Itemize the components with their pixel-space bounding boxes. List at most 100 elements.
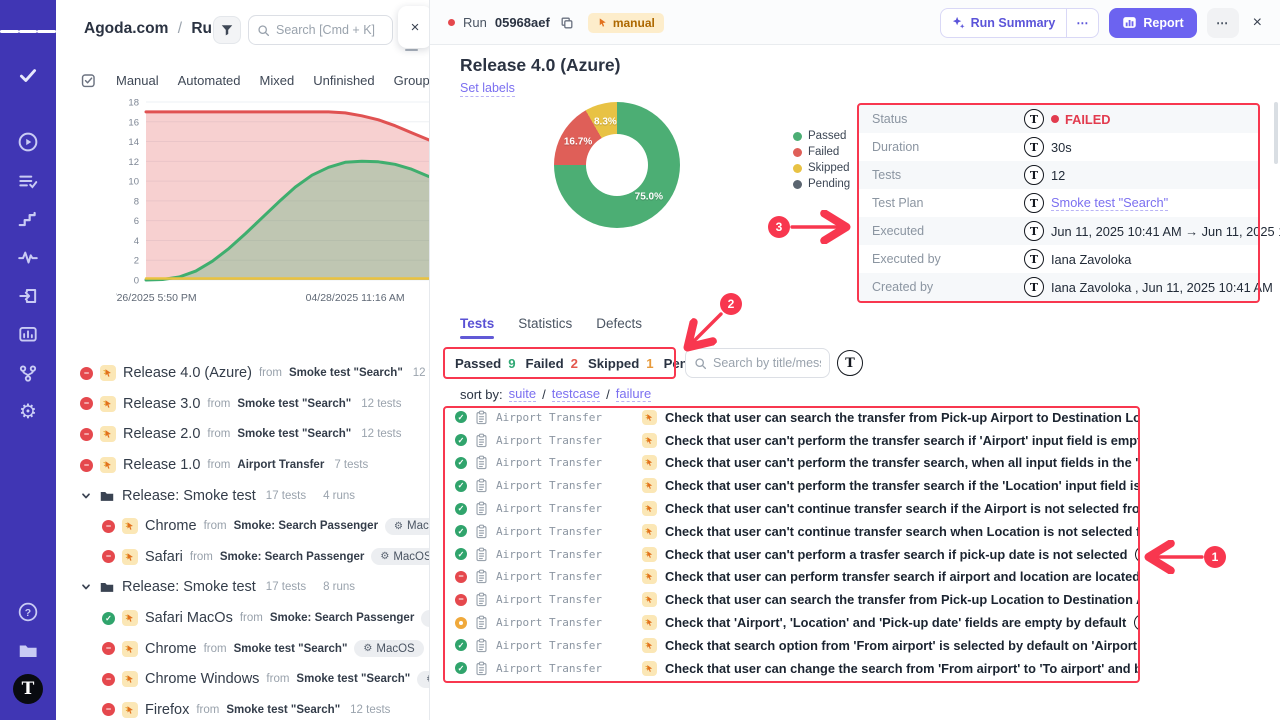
steps-icon[interactable] — [0, 204, 56, 234]
filter-button[interactable] — [213, 16, 241, 44]
runs-filter-tab[interactable]: Automated — [178, 73, 241, 88]
report-button[interactable]: Report — [1109, 8, 1196, 38]
svg-text:04/26/2025 5:50 PM: 04/26/2025 5:50 PM — [116, 292, 197, 304]
sort-option[interactable]: failure — [616, 386, 651, 402]
test-result-row[interactable]: Airport Transfer Check that user can per… — [443, 566, 1140, 589]
user-avatar: T — [1024, 221, 1044, 241]
run-detail-tab[interactable]: Statistics — [518, 316, 572, 339]
testomat-logo[interactable]: T — [0, 674, 56, 704]
sort-option[interactable]: testcase — [552, 386, 600, 402]
import-icon[interactable] — [0, 281, 56, 311]
test-result-row[interactable]: Airport Transfer Check that user can't c… — [443, 520, 1140, 543]
folder-icon — [99, 579, 115, 595]
run-summary-button[interactable]: Run Summary — [941, 9, 1067, 37]
run-list-item[interactable]: Release 2.0 from Smoke test "Search" 12 … — [56, 419, 430, 450]
runs-filter-tab[interactable]: Groups — [394, 73, 430, 88]
test-status-icon — [455, 662, 467, 674]
main-scrollbar[interactable] — [1274, 102, 1278, 164]
test-result-row[interactable]: Airport Transfer Check that 'Airport', '… — [443, 611, 1140, 634]
manual-test-icon — [642, 638, 657, 653]
run-list-item[interactable]: Chrome from Smoke: Search Passenger ⚙Mac… — [56, 511, 430, 542]
runs-filter-tab[interactable]: Manual — [116, 73, 159, 88]
status-table-value: Iana Zavoloka — [1051, 252, 1131, 267]
test-status-icon — [455, 480, 467, 492]
breadcrumb-project[interactable]: Agoda.com — [84, 20, 168, 37]
run-status-icon — [102, 642, 115, 655]
svg-text:14: 14 — [128, 137, 139, 148]
run-list-item[interactable]: Safari from Smoke: Search Passenger ⚙Mac… — [56, 542, 430, 573]
folder-nav-icon[interactable] — [0, 636, 56, 666]
legend-item: Skipped — [793, 162, 850, 174]
test-result-row[interactable]: Airport Transfer Check that user can't p… — [443, 452, 1140, 475]
run-name: Release: Smoke test — [122, 488, 256, 504]
legend-item: Failed — [793, 146, 850, 158]
manual-test-icon — [642, 524, 657, 539]
test-result-row[interactable]: Airport Transfer Check that user can't p… — [443, 474, 1140, 497]
runs-filter-tab[interactable]: Unfinished — [313, 73, 374, 88]
copy-icon[interactable] — [560, 16, 574, 30]
gear-icon[interactable]: ⚙ — [0, 396, 56, 426]
test-result-row[interactable]: Airport Transfer Check that search optio… — [443, 634, 1140, 657]
select-runs-icon[interactable] — [80, 72, 97, 89]
run-meta-2: 8 runs — [323, 581, 355, 593]
run-list-item[interactable]: Release 1.0 from Airport Transfer 7 test… — [56, 450, 430, 481]
run-list-item[interactable]: Release 3.0 from Smoke test "Search" 12 … — [56, 389, 430, 420]
tests-search-input[interactable] — [713, 356, 821, 370]
runs-filter-tab[interactable]: Mixed — [260, 73, 295, 88]
clipboard-icon — [475, 569, 488, 584]
runs-search-input[interactable] — [276, 23, 384, 37]
run-list-item[interactable]: Release 4.0 (Azure) from Smoke test "Sea… — [56, 358, 430, 389]
menu-icon[interactable] — [0, 16, 56, 46]
test-result-row[interactable]: Airport Transfer Check that user can sea… — [443, 588, 1140, 611]
play-circle-icon[interactable] — [0, 127, 56, 157]
more-actions-button[interactable]: ⋯ — [1207, 8, 1239, 38]
run-meta: 12 tests — [361, 428, 401, 440]
branch-icon[interactable] — [0, 358, 56, 388]
run-detail-tab[interactable]: Defects — [596, 316, 642, 339]
run-list-item[interactable]: Firefox from Smoke test "Search" 12 test… — [56, 695, 430, 720]
clipboard-icon — [475, 661, 488, 676]
run-summary-split-button: Run Summary ⋯ — [940, 8, 1100, 38]
run-list-item[interactable]: Release: Smoke test from 17 tests 4 runs — [56, 480, 430, 511]
chevron-down-icon[interactable] — [80, 581, 92, 593]
env-chips: ⚙MacOS⚙Chrome — [385, 518, 430, 535]
test-result-row[interactable]: Airport Transfer Check that user can sea… — [443, 406, 1140, 429]
help-icon[interactable]: ? — [0, 597, 56, 627]
check-icon[interactable] — [0, 60, 56, 90]
status-table-label: Executed — [859, 224, 1024, 238]
test-suite-name: Airport Transfer — [496, 525, 634, 538]
result-counter: Passed9 — [455, 356, 516, 371]
test-title: Check that search option from 'From airp… — [665, 638, 1140, 653]
test-result-row[interactable]: Airport Transfer Check that user can't p… — [443, 543, 1140, 566]
assignee-filter-avatar[interactable]: T — [837, 350, 863, 376]
close-run-button[interactable]: × — [1249, 10, 1266, 36]
run-meta: 7 tests — [334, 459, 368, 471]
chevron-down-icon[interactable] — [80, 490, 92, 502]
analytics-icon[interactable] — [0, 319, 56, 349]
test-result-row[interactable]: Airport Transfer Check that user can't c… — [443, 497, 1140, 520]
legend-dot — [793, 180, 802, 189]
status-table-row: Duration T 30s — [859, 133, 1258, 161]
run-list-item[interactable]: Release: Smoke test from 17 tests 8 runs — [56, 572, 430, 603]
env-chips: ⚙Safari⚙MacOS — [421, 610, 430, 627]
set-labels-link[interactable]: Set labels — [460, 81, 515, 97]
close-panel-button[interactable]: × — [398, 6, 430, 48]
donut-legend: PassedFailedSkippedPending — [793, 130, 850, 190]
test-suite-name: Airport Transfer — [496, 662, 634, 675]
run-detail-tab[interactable]: Tests — [460, 316, 494, 339]
test-suite-name: Airport Transfer — [496, 502, 634, 515]
run-list-item[interactable]: Chrome Windows from Smoke test "Search" … — [56, 664, 430, 695]
runs-list-icon[interactable] — [0, 166, 56, 196]
test-suite-name: Airport Transfer — [496, 411, 634, 424]
tests-search[interactable] — [685, 348, 830, 378]
run-list-item[interactable]: Safari MacOs from Smoke: Search Passenge… — [56, 603, 430, 634]
status-table-row: Tests T 12 — [859, 161, 1258, 189]
test-result-row[interactable]: Airport Transfer Check that user can't p… — [443, 429, 1140, 452]
sort-option[interactable]: suite — [509, 386, 536, 402]
runs-search[interactable] — [248, 15, 393, 45]
run-status-icon — [102, 612, 115, 625]
test-result-row[interactable]: Airport Transfer Check that user can cha… — [443, 657, 1140, 680]
run-list-item[interactable]: Chrome from Smoke test "Search" ⚙MacOS⚙C… — [56, 633, 430, 664]
pulse-icon[interactable] — [0, 242, 56, 272]
run-summary-more-button[interactable]: ⋯ — [1066, 9, 1098, 37]
